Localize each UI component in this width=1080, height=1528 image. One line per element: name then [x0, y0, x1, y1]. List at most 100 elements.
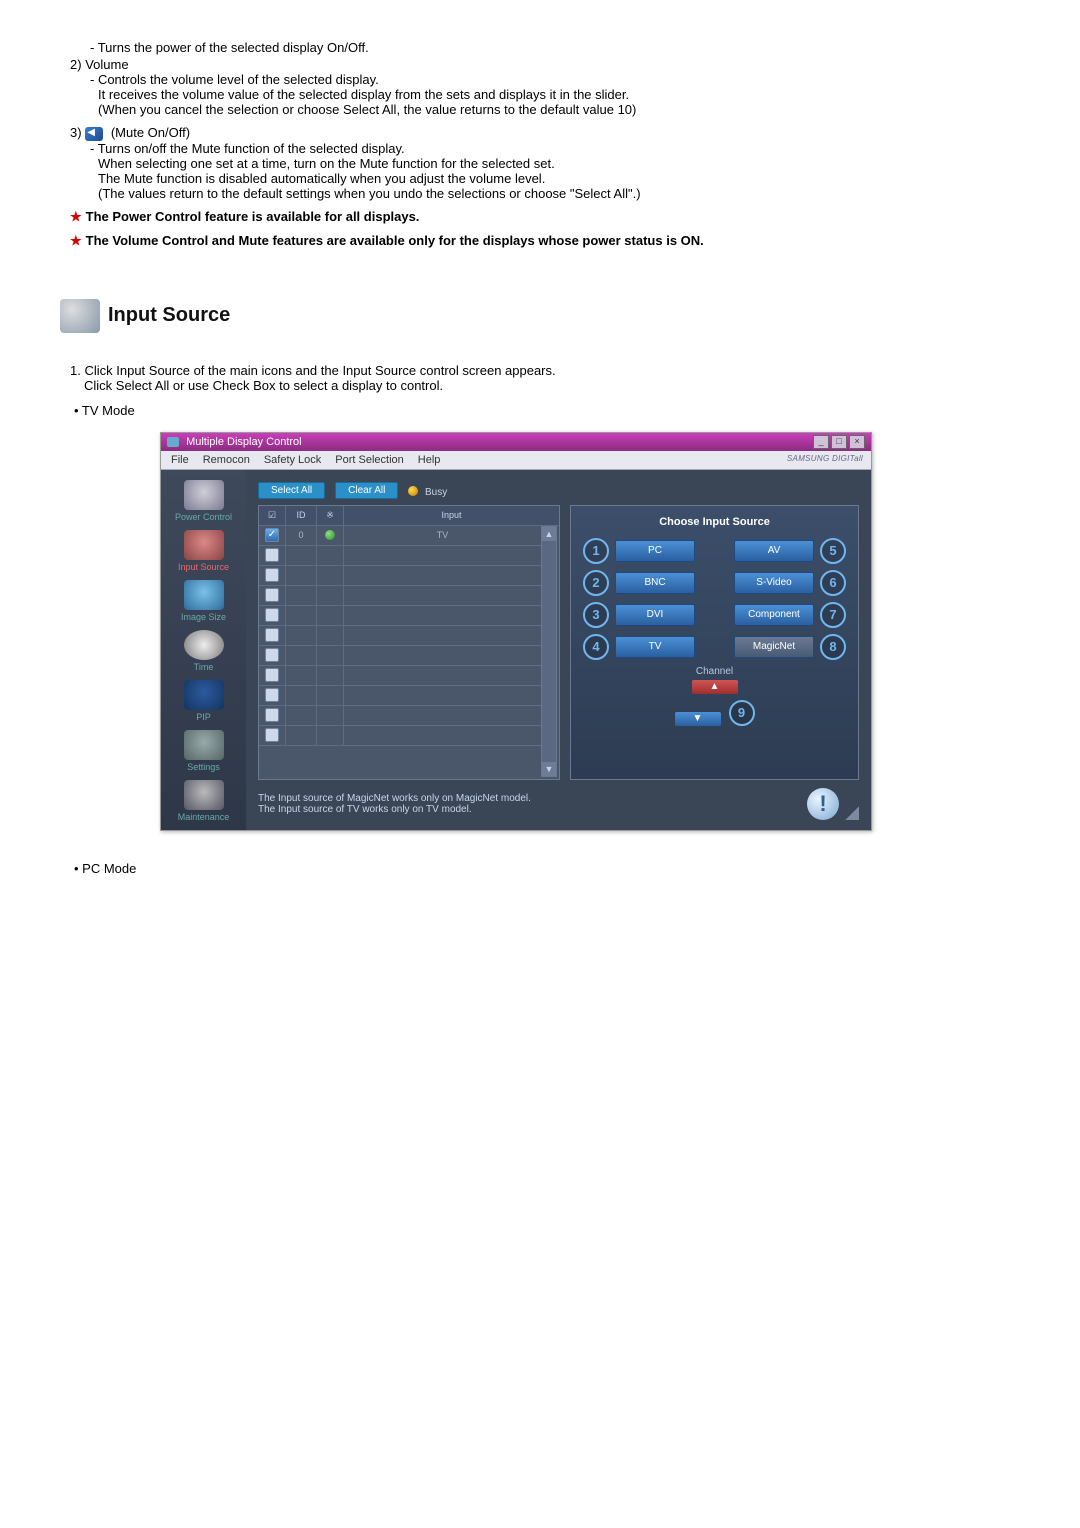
section-header: Input Source [60, 299, 1020, 333]
checkbox-icon[interactable] [265, 568, 279, 582]
select-all-button[interactable]: Select All [258, 482, 325, 499]
row-checkbox[interactable] [259, 566, 286, 585]
source-svideo-button[interactable]: S-Video [734, 572, 814, 594]
callout-8: 8 [820, 634, 846, 660]
app-window: Multiple Display Control _ □ × File Remo… [160, 432, 872, 831]
content-row: ☑ ID ※ Input 0TV ▲ ▼ Choose Input Source [258, 505, 859, 780]
close-button[interactable]: × [849, 435, 865, 449]
table-row[interactable] [259, 646, 541, 666]
app-body: Power Control Input Source Image Size Ti… [161, 470, 871, 830]
menu-port-selection[interactable]: Port Selection [335, 454, 403, 466]
source-bnc-button[interactable]: BNC [615, 572, 695, 594]
note-2-text: The Volume Control and Mute features are… [86, 233, 1020, 248]
speaker-icon [85, 127, 103, 141]
checkbox-icon[interactable] [265, 648, 279, 662]
sidebar-label: Time [166, 662, 242, 672]
note-2: ★ The Volume Control and Mute features a… [70, 233, 1020, 249]
col-id: ID [286, 506, 317, 525]
sidebar-item-power-control[interactable]: Power Control [166, 478, 242, 526]
grid-header: ☑ ID ※ Input [259, 506, 559, 526]
menu-file[interactable]: File [171, 454, 189, 466]
maximize-button[interactable]: □ [831, 435, 847, 449]
resize-grip-icon[interactable] [845, 806, 859, 820]
checkbox-icon[interactable] [265, 728, 279, 742]
busy-label: Busy [425, 487, 447, 498]
scroll-down-button[interactable]: ▼ [542, 762, 556, 776]
sidebar-item-image-size[interactable]: Image Size [166, 578, 242, 626]
row-id [286, 666, 317, 685]
note-1: ★ The Power Control feature is available… [70, 209, 1020, 225]
sidebar-item-time[interactable]: Time [166, 628, 242, 676]
row-status [317, 726, 344, 745]
menu-help[interactable]: Help [418, 454, 441, 466]
row-checkbox[interactable] [259, 546, 286, 565]
mute-d2: When selecting one set at a time, turn o… [98, 156, 1020, 171]
menu-safety-lock[interactable]: Safety Lock [264, 454, 321, 466]
row-id [286, 706, 317, 725]
scrollbar[interactable]: ▲ ▼ [541, 526, 557, 777]
footer-text: The Input source of MagicNet works only … [258, 793, 807, 815]
row-checkbox[interactable] [259, 726, 286, 745]
checkbox-icon[interactable] [265, 528, 279, 542]
source-tv-button[interactable]: TV [615, 636, 695, 658]
input-source-icon [184, 530, 224, 560]
row-checkbox[interactable] [259, 646, 286, 665]
source-pc-button[interactable]: PC [615, 540, 695, 562]
sidebar-item-input-source[interactable]: Input Source [166, 528, 242, 576]
clear-all-button[interactable]: Clear All [335, 482, 398, 499]
menu-remocon[interactable]: Remocon [203, 454, 250, 466]
step-1: 1. Click Input Source of the main icons … [70, 363, 1020, 393]
row-checkbox[interactable] [259, 526, 286, 545]
table-row[interactable] [259, 586, 541, 606]
sidebar-item-maintenance[interactable]: Maintenance [166, 778, 242, 826]
source-dvi-button[interactable]: DVI [615, 604, 695, 626]
row-checkbox[interactable] [259, 586, 286, 605]
row-checkbox[interactable] [259, 666, 286, 685]
sidebar-item-pip[interactable]: PIP [166, 678, 242, 726]
table-row[interactable] [259, 666, 541, 686]
mute-label: (Mute On/Off) [111, 125, 190, 140]
source-magicnet-button[interactable]: MagicNet [734, 636, 814, 658]
table-row[interactable] [259, 566, 541, 586]
row-input [344, 626, 541, 645]
brand-label: SAMSUNG DIGITall [787, 454, 863, 463]
row-input: TV [344, 526, 541, 545]
sidebar-label: Image Size [166, 612, 242, 622]
callout-1: 1 [583, 538, 609, 564]
checkbox-icon[interactable] [265, 588, 279, 602]
sidebar-item-settings[interactable]: Settings [166, 728, 242, 776]
row-checkbox[interactable] [259, 606, 286, 625]
time-icon [184, 630, 224, 660]
table-row[interactable] [259, 706, 541, 726]
checkbox-icon[interactable] [265, 708, 279, 722]
checkbox-icon[interactable] [265, 628, 279, 642]
table-row[interactable] [259, 686, 541, 706]
source-av-button[interactable]: AV [734, 540, 814, 562]
row-status [317, 606, 344, 625]
channel-down-button[interactable]: ▼ [675, 712, 721, 726]
row-checkbox[interactable] [259, 626, 286, 645]
row-input [344, 726, 541, 745]
checkbox-icon[interactable] [265, 688, 279, 702]
row-input [344, 666, 541, 685]
table-row[interactable] [259, 606, 541, 626]
window-title-text: Multiple Display Control [186, 436, 302, 448]
table-row[interactable] [259, 726, 541, 746]
checkbox-icon[interactable] [265, 548, 279, 562]
checkbox-icon[interactable] [265, 608, 279, 622]
minimize-button[interactable]: _ [813, 435, 829, 449]
busy-indicator: Busy [408, 483, 447, 498]
table-row[interactable] [259, 626, 541, 646]
app-icon [167, 437, 179, 447]
source-component-button[interactable]: Component [734, 604, 814, 626]
source-row-2: 2 BNC S-Video 6 [583, 570, 846, 596]
callout-6: 6 [820, 570, 846, 596]
channel-up-button[interactable]: ▲ [692, 680, 738, 694]
row-checkbox[interactable] [259, 686, 286, 705]
row-id [286, 586, 317, 605]
table-row[interactable] [259, 546, 541, 566]
checkbox-icon[interactable] [265, 668, 279, 682]
scroll-up-button[interactable]: ▲ [542, 527, 556, 541]
table-row[interactable]: 0TV [259, 526, 541, 546]
row-checkbox[interactable] [259, 706, 286, 725]
